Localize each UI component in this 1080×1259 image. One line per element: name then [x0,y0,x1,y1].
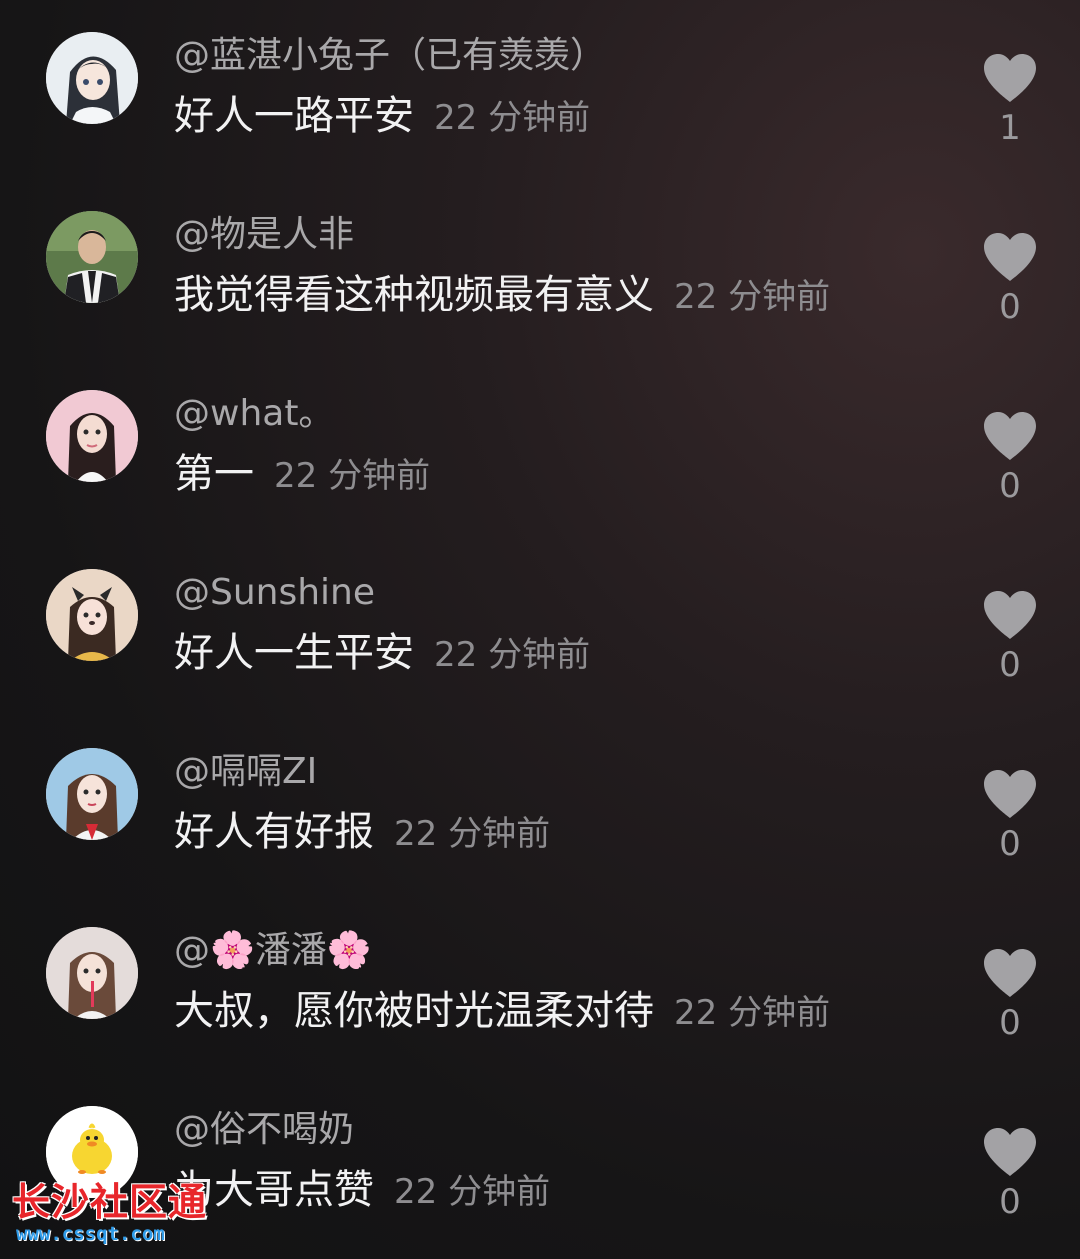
like-count: 0 [999,1003,1021,1043]
girl-selfie-avatar-image [46,390,138,482]
comment-list: @蓝湛小兔子（已有羡羡） 好人一路平安 22 分钟前 1 @物是人非 我觉得看这… [0,0,1080,1259]
like-button[interactable] [982,947,1038,999]
avatar[interactable] [46,390,138,482]
watermark-url: www.cssqt.com [16,1223,165,1245]
comment-timestamp: 22 分钟前 [434,635,591,675]
comment-username[interactable]: @蓝湛小兔子（已有羡羡） [174,34,606,78]
girl-with-straw-avatar-image [46,927,138,1019]
avatar[interactable] [46,211,138,303]
avatar[interactable] [46,569,138,661]
like-count: 0 [999,824,1021,864]
anime-girl-avatar-image [46,32,138,124]
like-button[interactable] [982,410,1038,462]
comment-body: 我觉得看这种视频最有意义 22 分钟前 [174,269,830,329]
comment-text: 好人有好报 [174,809,374,855]
like-button[interactable] [982,231,1038,283]
heart-icon [984,949,1036,997]
comment-text: 我觉得看这种视频最有意义 [174,272,654,318]
comment-text: 大叔，愿你被时光温柔对待 [174,988,654,1034]
man-in-suit-avatar-image [46,211,138,303]
avatar[interactable] [46,32,138,124]
comment-body: 好人有好报 22 分钟前 [174,806,550,866]
comment-item: @蓝湛小兔子（已有羡羡） 好人一路平安 22 分钟前 1 [0,0,1080,178]
comment-timestamp: 22 分钟前 [674,993,831,1033]
comment-text: 第一 [174,451,254,497]
comment-text: 好人一路平安 [174,93,414,139]
site-watermark: 长沙社区通 www.cssqt.com [12,1180,222,1250]
like-count: 0 [999,287,1021,327]
girl-red-top-avatar-image [46,748,138,840]
like-count: 1 [999,108,1021,148]
comment-timestamp: 22 分钟前 [394,1172,551,1212]
heart-icon [984,770,1036,818]
heart-icon [984,1128,1036,1176]
heart-icon [984,54,1036,102]
cat-ears-girl-avatar-image [46,569,138,661]
heart-icon [984,233,1036,281]
watermark-title: 长沙社区通 [12,1180,208,1224]
comment-username[interactable]: @物是人非 [174,213,354,257]
comment-item: @Sunshine 好人一生平安 22 分钟前 0 [0,537,1080,715]
comment-username[interactable]: @🌸潘潘🌸 [174,929,372,973]
like-button[interactable] [982,1126,1038,1178]
comment-item: @物是人非 我觉得看这种视频最有意义 22 分钟前 0 [0,179,1080,357]
comment-item: @🌸潘潘🌸 大叔，愿你被时光温柔对待 22 分钟前 0 [0,895,1080,1073]
like-count: 0 [999,466,1021,506]
comment-timestamp: 22 分钟前 [674,277,831,317]
like-button[interactable] [982,52,1038,104]
avatar[interactable] [46,927,138,1019]
comment-body: 好人一路平安 22 分钟前 [174,90,590,150]
heart-icon [984,412,1036,460]
comment-timestamp: 22 分钟前 [394,814,551,854]
comment-body: 好人一生平安 22 分钟前 [174,627,590,687]
like-button[interactable] [982,768,1038,820]
comment-body: 大叔，愿你被时光温柔对待 22 分钟前 [174,985,830,1045]
comment-username[interactable]: @嗝嗝ZI [174,750,317,794]
avatar[interactable] [46,748,138,840]
comment-username[interactable]: @what。 [174,392,334,436]
comment-username[interactable]: @Sunshine [174,571,375,615]
like-count: 0 [999,1182,1021,1222]
like-button[interactable] [982,589,1038,641]
heart-icon [984,591,1036,639]
comment-body: 第一 22 分钟前 [174,448,430,508]
comment-body: 为大哥点赞 22 分钟前 [174,1164,550,1224]
comment-item: @what。 第一 22 分钟前 0 [0,358,1080,536]
comment-item: @嗝嗝ZI 好人有好报 22 分钟前 0 [0,716,1080,894]
like-count: 0 [999,645,1021,685]
comment-username[interactable]: @俗不喝奶 [174,1108,354,1152]
comment-timestamp: 22 分钟前 [274,456,431,496]
comment-text: 好人一生平安 [174,630,414,676]
comment-timestamp: 22 分钟前 [434,98,591,138]
